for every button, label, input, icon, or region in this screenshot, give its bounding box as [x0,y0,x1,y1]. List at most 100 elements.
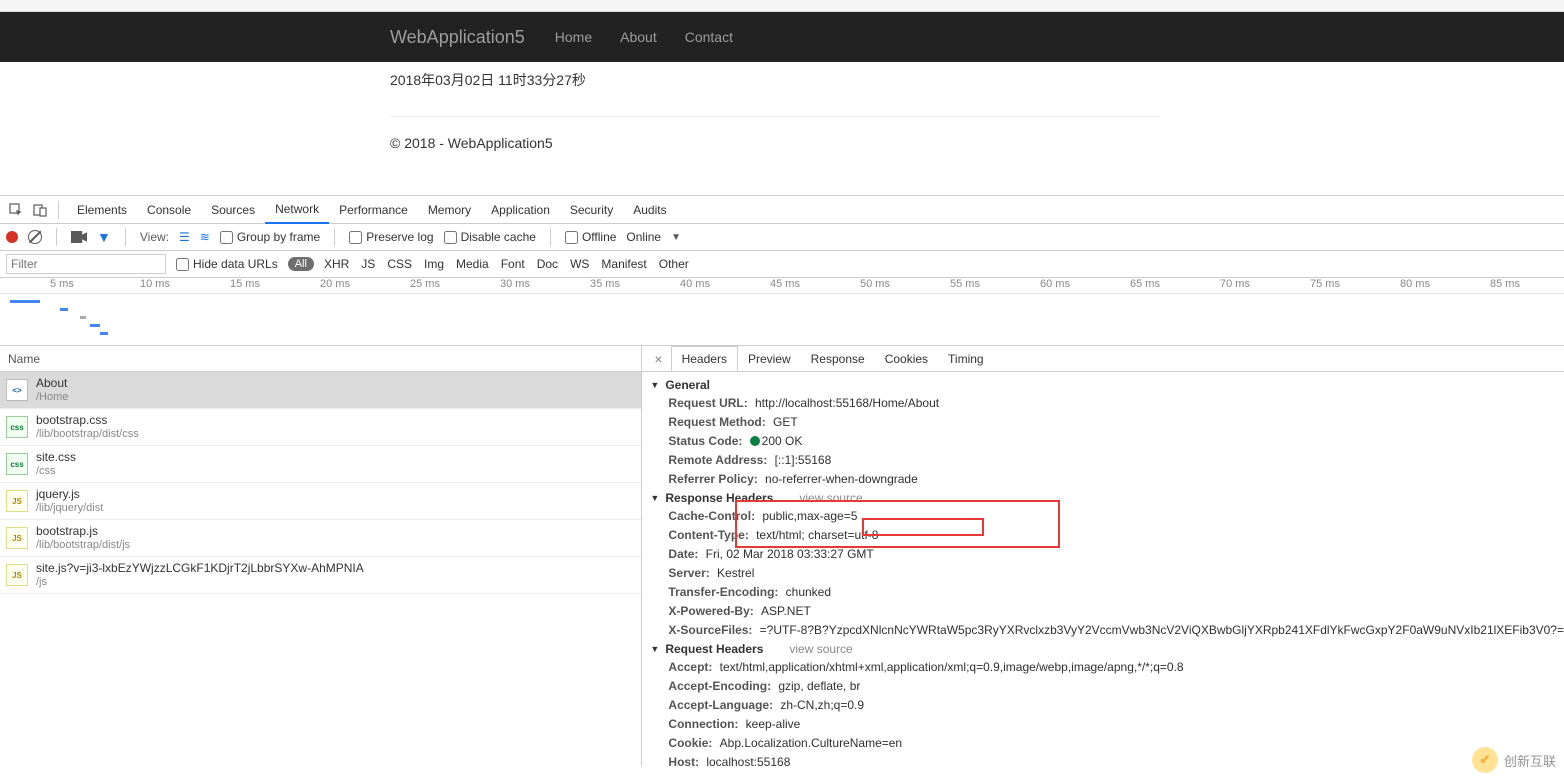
network-timeline[interactable]: 5 ms10 ms15 ms20 ms25 ms30 ms35 ms40 ms4… [0,278,1564,346]
header-value: http://localhost:55168/Home/About [755,396,939,410]
devtools-tab-memory[interactable]: Memory [418,196,481,224]
filter-input[interactable] [6,254,166,274]
watermark-badge-icon: ✔ [1472,747,1498,773]
devtools-tab-application[interactable]: Application [481,196,560,224]
header-value: Fri, 02 Mar 2018 03:33:27 GMT [706,547,874,561]
request-row[interactable]: cssbootstrap.css/lib/bootstrap/dist/css [0,409,641,446]
header-entry: Status Code: 200 OK [642,432,1564,451]
throttling-select[interactable]: Online [626,230,661,244]
filter-type-img[interactable]: Img [424,257,444,271]
timeline-tick: 75 ms [1310,278,1340,290]
devtools-tab-security[interactable]: Security [560,196,623,224]
devtools-tab-sources[interactable]: Sources [201,196,265,224]
preserve-log-checkbox[interactable]: Preserve log [349,230,433,244]
header-entry: Server: Kestrel [642,564,1564,583]
network-filterbar: Hide data URLs All XHR JS CSS Img Media Font D… [0,251,1564,278]
header-value: public,max-age=5 [762,509,857,523]
large-rows-icon[interactable]: ☰ [179,230,190,244]
devtools-tab-console[interactable]: Console [137,196,201,224]
request-row[interactable]: JS jquery.js/lib/jquery/dist [0,483,641,520]
chevron-down-icon[interactable]: ▼ [671,232,681,243]
request-name: site.js?v=ji3-lxbEzYWjzzLCGkF1KDjrT2jLbb… [36,561,364,575]
header-key: Status Code: [668,434,742,448]
request-path: /lib/jquery/dist [36,501,103,515]
devtools-tab-audits[interactable]: Audits [623,196,676,224]
detail-tab-headers[interactable]: Headers [671,346,738,371]
view-source-link[interactable]: view source [799,491,862,505]
response-headers-section-header[interactable]: ▼Response Headersview source [642,489,1564,507]
nav-contact[interactable]: Contact [685,29,733,45]
filter-type-js[interactable]: JS [361,257,375,271]
header-value: 200 OK [762,434,803,448]
header-value: [::1]:55168 [775,453,832,467]
header-value: text/html,application/xhtml+xml,applicat… [720,660,1184,674]
timeline-tick: 55 ms [950,278,980,290]
timeline-tick: 5 ms [50,278,74,290]
waterfall-icon[interactable]: ≋ [200,230,210,244]
nav-about[interactable]: About [620,29,657,45]
network-main: Name <>About/Homecssbootstrap.css/lib/bo… [0,346,1564,766]
hide-data-urls-checkbox[interactable]: Hide data URLs [176,257,278,271]
request-row[interactable]: JSbootstrap.js/lib/bootstrap/dist/js [0,520,641,557]
header-entry: Cookie: Abp.Localization.CultureName=en [642,734,1564,753]
group-by-frame-checkbox[interactable]: Group by frame [220,230,320,244]
header-key: Accept-Encoding: [668,679,771,693]
detail-tab-timing[interactable]: Timing [938,346,994,371]
request-row[interactable]: JSsite.js?v=ji3-lxbEzYWjzzLCGkF1KDjrT2jL… [0,557,641,594]
filter-type-ws[interactable]: WS [570,257,589,271]
inspect-icon[interactable] [6,200,26,220]
timeline-ruler: 5 ms10 ms15 ms20 ms25 ms30 ms35 ms40 ms4… [0,278,1564,294]
header-entry: Cache-Control: public,max-age=5 [642,507,1564,526]
header-value: localhost:55168 [706,755,790,766]
device-icon[interactable] [30,200,50,220]
filter-type-font[interactable]: Font [501,257,525,271]
header-value: text/html; charset=utf-8 [756,528,878,542]
devtools-tab-elements[interactable]: Elements [67,196,137,224]
filter-type-xhr[interactable]: XHR [324,257,349,271]
devtools-tab-network[interactable]: Network [265,196,329,224]
separator [56,228,57,246]
detail-tab-cookies[interactable]: Cookies [875,346,938,371]
general-section-header[interactable]: ▼General [642,376,1564,394]
filter-type-other[interactable]: Other [659,257,689,271]
filter-type-doc[interactable]: Doc [537,257,558,271]
devtools-tab-performance[interactable]: Performance [329,196,418,224]
detail-tab-preview[interactable]: Preview [738,346,801,371]
request-text: site.js?v=ji3-lxbEzYWjzzLCGkF1KDjrT2jLbb… [36,561,364,589]
header-key: Date: [668,547,698,561]
header-key: Content-Type: [668,528,748,542]
header-key: Referrer Policy: [668,472,757,486]
request-text: jquery.js/lib/jquery/dist [36,487,103,515]
request-row[interactable]: <>About/Home [0,372,641,409]
filter-icon[interactable]: ▼ [97,229,111,245]
header-key: X-Powered-By: [668,604,753,618]
view-source-link[interactable]: view source [789,642,852,656]
timeline-tick: 30 ms [500,278,530,290]
detail-tab-response[interactable]: Response [801,346,875,371]
devtools-panel: ElementsConsoleSourcesNetworkPerformance… [0,195,1564,766]
header-value: gzip, deflate, br [778,679,860,693]
request-name: bootstrap.js [36,524,130,538]
filter-all[interactable]: All [288,257,314,271]
filter-type-media[interactable]: Media [456,257,489,271]
capture-screenshot-icon[interactable] [71,231,87,243]
request-path: /js [36,575,364,589]
clear-button[interactable] [28,230,42,244]
hide-data-urls-label: Hide data URLs [193,257,278,271]
timeline-tick: 15 ms [230,278,260,290]
navbar-brand[interactable]: WebApplication5 [390,27,525,48]
js-file-icon: JS [6,527,28,549]
record-button[interactable] [6,231,18,243]
close-icon[interactable]: × [646,351,670,367]
request-headers-section-header[interactable]: ▼Request Headersview source [642,640,1564,658]
js-file-icon: JS [6,490,28,512]
name-column-header[interactable]: Name [0,346,641,372]
disable-cache-checkbox[interactable]: Disable cache [444,230,536,244]
nav-home[interactable]: Home [555,29,592,45]
filter-type-manifest[interactable]: Manifest [601,257,646,271]
css-file-icon: css [6,453,28,475]
filter-type-css[interactable]: CSS [387,257,412,271]
page-timestamp: 2018年03月02日 11时33分27秒 [390,70,1564,90]
request-row[interactable]: csssite.css/css [0,446,641,483]
offline-checkbox[interactable]: Offline [565,230,616,244]
